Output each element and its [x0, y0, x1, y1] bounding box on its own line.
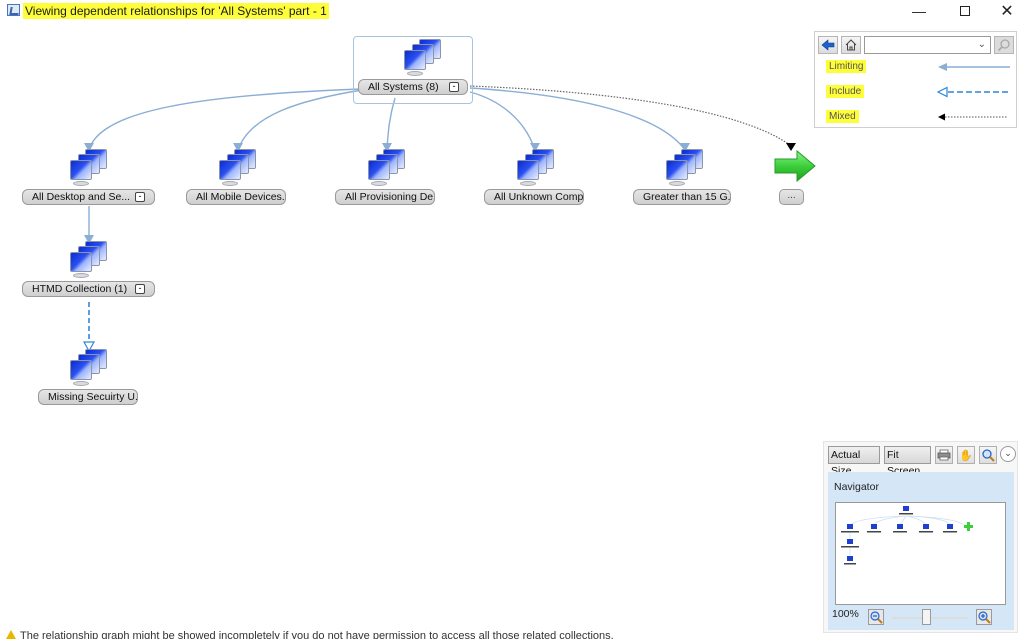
navigator-minimap	[841, 506, 973, 565]
edge-limiting-all-desktop	[88, 88, 361, 151]
computer-collection-icon	[67, 239, 111, 279]
minimize-icon: —	[912, 3, 926, 19]
legend-label: Limiting	[826, 60, 867, 73]
mixed-line-icon	[938, 113, 1008, 121]
back-button[interactable]	[818, 36, 838, 54]
computer-collection-icon	[365, 147, 409, 187]
node-label[interactable]: Missing Secuirty U...	[38, 389, 138, 405]
app-icon	[7, 4, 20, 16]
navigator-title: Navigator	[834, 481, 879, 493]
zoom-button[interactable]	[979, 446, 997, 464]
collection-node[interactable]: All Desktop and Se... -	[22, 147, 155, 217]
back-arrow-icon	[821, 39, 835, 51]
home-button[interactable]	[841, 36, 861, 54]
navigator-preview[interactable]	[835, 502, 1006, 605]
computer-collection-icon	[663, 147, 707, 187]
legend-item-include: Include	[824, 84, 1014, 100]
collection-node-root[interactable]: All Systems (8) -	[358, 37, 488, 107]
include-line-icon	[936, 86, 1010, 98]
home-icon	[845, 39, 857, 51]
magnifier-icon	[982, 449, 995, 462]
collapse-button[interactable]: -	[135, 192, 145, 202]
computer-collection-icon	[216, 147, 260, 187]
node-label-text: HTMD Collection (1)	[32, 283, 128, 295]
hand-icon: ✋	[959, 449, 973, 462]
zoom-in-icon	[978, 611, 991, 624]
title-bar: Viewing dependent relationships for 'All…	[0, 0, 1024, 22]
legend-label: Mixed	[826, 110, 859, 123]
zoom-in-button[interactable]	[976, 609, 992, 625]
computer-collection-icon	[401, 37, 445, 77]
legend-item-limiting: Limiting	[824, 59, 1014, 75]
status-bar: The relationship graph might be showed i…	[0, 628, 1024, 639]
actual-size-button[interactable]: Actual Size	[828, 446, 880, 477]
minimap-more-arrow	[964, 522, 973, 531]
pan-button[interactable]: ✋	[957, 446, 975, 464]
more-nodes-button[interactable]: ...	[779, 189, 804, 205]
print-button[interactable]	[935, 446, 953, 464]
computer-collection-icon	[67, 147, 111, 187]
warning-icon	[6, 630, 16, 639]
limiting-line-icon	[938, 63, 1010, 71]
search-combobox[interactable]: ⌄	[864, 36, 991, 54]
green-arrow-right-icon[interactable]	[773, 149, 817, 183]
maximize-button[interactable]	[942, 0, 988, 22]
collection-node[interactable]: All Unknown Comp...	[484, 147, 614, 217]
legend-label: Include	[826, 85, 865, 98]
collection-node[interactable]: All Mobile Devices...	[186, 147, 316, 217]
node-label[interactable]: All Unknown Comp...	[484, 189, 584, 205]
zoom-slider-thumb[interactable]	[922, 609, 932, 625]
close-button[interactable]: ✕	[984, 0, 1024, 22]
navigator-body: Navigator 100%	[828, 472, 1014, 630]
maximize-icon	[960, 6, 970, 16]
minimize-button[interactable]: —	[896, 0, 942, 22]
node-label-text: All Systems (8)	[368, 81, 439, 93]
expand-options-button[interactable]: ⌄	[1000, 446, 1016, 462]
legend-panel: ⌄ Limiting Include Mixed	[814, 31, 1017, 128]
node-label-text: All Desktop and Se...	[32, 191, 131, 203]
node-label[interactable]: All Provisioning De...	[335, 189, 435, 205]
collection-node[interactable]: All Provisioning De...	[335, 147, 465, 217]
edge-limiting-greater-15g	[469, 87, 686, 151]
edge-limiting-all-mobile	[237, 89, 363, 151]
collapse-button[interactable]: -	[135, 284, 145, 294]
legend-toolbar: ⌄	[817, 34, 1016, 54]
fit-screen-button[interactable]: Fit Screen	[884, 446, 931, 477]
computer-collection-icon	[514, 147, 558, 187]
navigator-panel: Actual Size Fit Screen ✋ ⌄ Navigator 100…	[823, 441, 1018, 633]
relationship-viewer-window: Viewing dependent relationships for 'All…	[0, 0, 1024, 639]
legend-item-mixed: Mixed	[824, 109, 1014, 125]
printer-icon	[937, 449, 951, 461]
status-message: The relationship graph might be showed i…	[20, 630, 614, 639]
node-label[interactable]: All Desktop and Se... -	[22, 189, 155, 205]
zoom-out-icon	[870, 611, 883, 624]
node-label[interactable]: All Systems (8) -	[358, 79, 468, 95]
chevron-down-icon: ⌄	[1004, 448, 1012, 458]
collection-node[interactable]: Missing Secuirty U...	[38, 347, 168, 417]
search-button[interactable]	[994, 36, 1014, 54]
zoom-out-button[interactable]	[868, 609, 884, 625]
node-label[interactable]: Greater than 15 G...	[633, 189, 731, 205]
computer-collection-icon	[67, 347, 111, 387]
edge-mixed-more	[469, 85, 791, 146]
close-icon: ✕	[1000, 3, 1014, 20]
chevron-down-icon[interactable]: ⌄	[978, 39, 986, 50]
node-label[interactable]: HTMD Collection (1) -	[22, 281, 155, 297]
minimap-label	[841, 513, 957, 565]
collection-node[interactable]: HTMD Collection (1) -	[22, 239, 155, 309]
zoom-level: 100%	[832, 608, 859, 620]
node-label[interactable]: All Mobile Devices...	[186, 189, 286, 205]
search-icon	[997, 39, 1010, 52]
collection-node[interactable]: Greater than 15 G...	[633, 147, 763, 217]
collapse-button[interactable]: -	[449, 82, 459, 92]
window-title: Viewing dependent relationships for 'All…	[23, 3, 329, 19]
